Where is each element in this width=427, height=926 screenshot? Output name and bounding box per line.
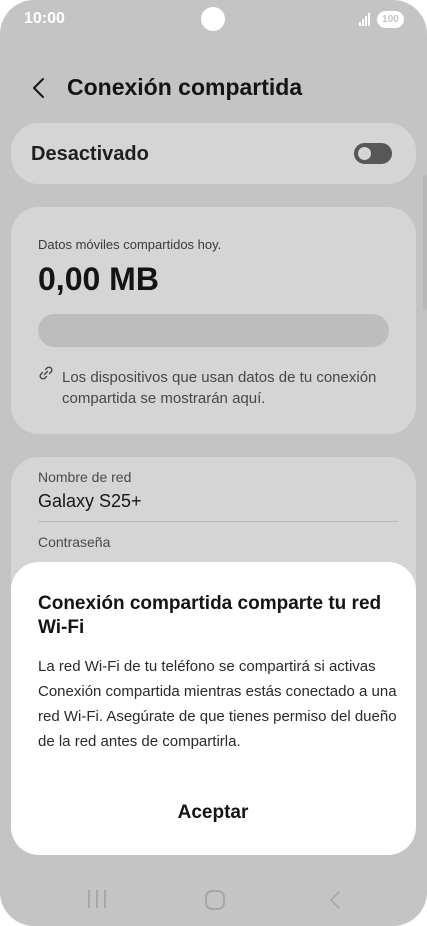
dialog-title: Conexión compartida comparte tu red Wi-F… — [38, 593, 382, 638]
chevron-left-icon[interactable] — [28, 76, 52, 100]
app-header: Conexión compartida — [0, 68, 427, 108]
data-usage-card: Datos móviles compartidos hoy. 0,00 MB L… — [11, 207, 416, 434]
hotspot-switch[interactable] — [354, 143, 392, 164]
back-icon[interactable] — [326, 890, 346, 910]
usage-bar — [38, 314, 389, 347]
wifi-sharing-dialog: Conexión compartida comparte tu red Wi-F… — [11, 562, 416, 855]
battery-level: 100 — [382, 14, 399, 25]
battery-icon: 100 — [377, 11, 404, 28]
signal-icon — [359, 12, 375, 26]
divider — [38, 521, 398, 522]
data-usage-value: 0,00 MB — [38, 261, 159, 297]
navigation-bar — [0, 880, 427, 920]
dialog-message: La red Wi-Fi de tu teléfono se compartir… — [38, 658, 397, 750]
password-label: Contraseña — [38, 534, 111, 550]
phone-screen: 10:00 100 Conexión compartida Desactivad… — [0, 0, 427, 926]
toggle-label: Desactivado — [31, 143, 149, 165]
page-title: Conexión compartida — [67, 74, 303, 100]
hotspot-toggle-row[interactable]: Desactivado — [11, 123, 416, 184]
home-icon[interactable] — [205, 890, 225, 910]
switch-knob — [358, 147, 371, 160]
data-usage-label: Datos móviles compartidos hoy. — [38, 237, 222, 252]
network-name-label: Nombre de red — [38, 469, 132, 485]
network-name-value[interactable]: Galaxy S25+ — [38, 491, 142, 512]
front-camera — [201, 7, 225, 31]
status-time: 10:00 — [24, 10, 65, 27]
recents-icon[interactable] — [88, 890, 106, 910]
status-bar: 10:00 100 — [0, 0, 427, 40]
link-icon — [39, 366, 53, 380]
accept-button[interactable]: Aceptar — [113, 795, 313, 831]
connected-devices-info: Los dispositivos que usan datos de tu co… — [62, 369, 377, 407]
edge-panel-handle[interactable] — [423, 175, 427, 310]
